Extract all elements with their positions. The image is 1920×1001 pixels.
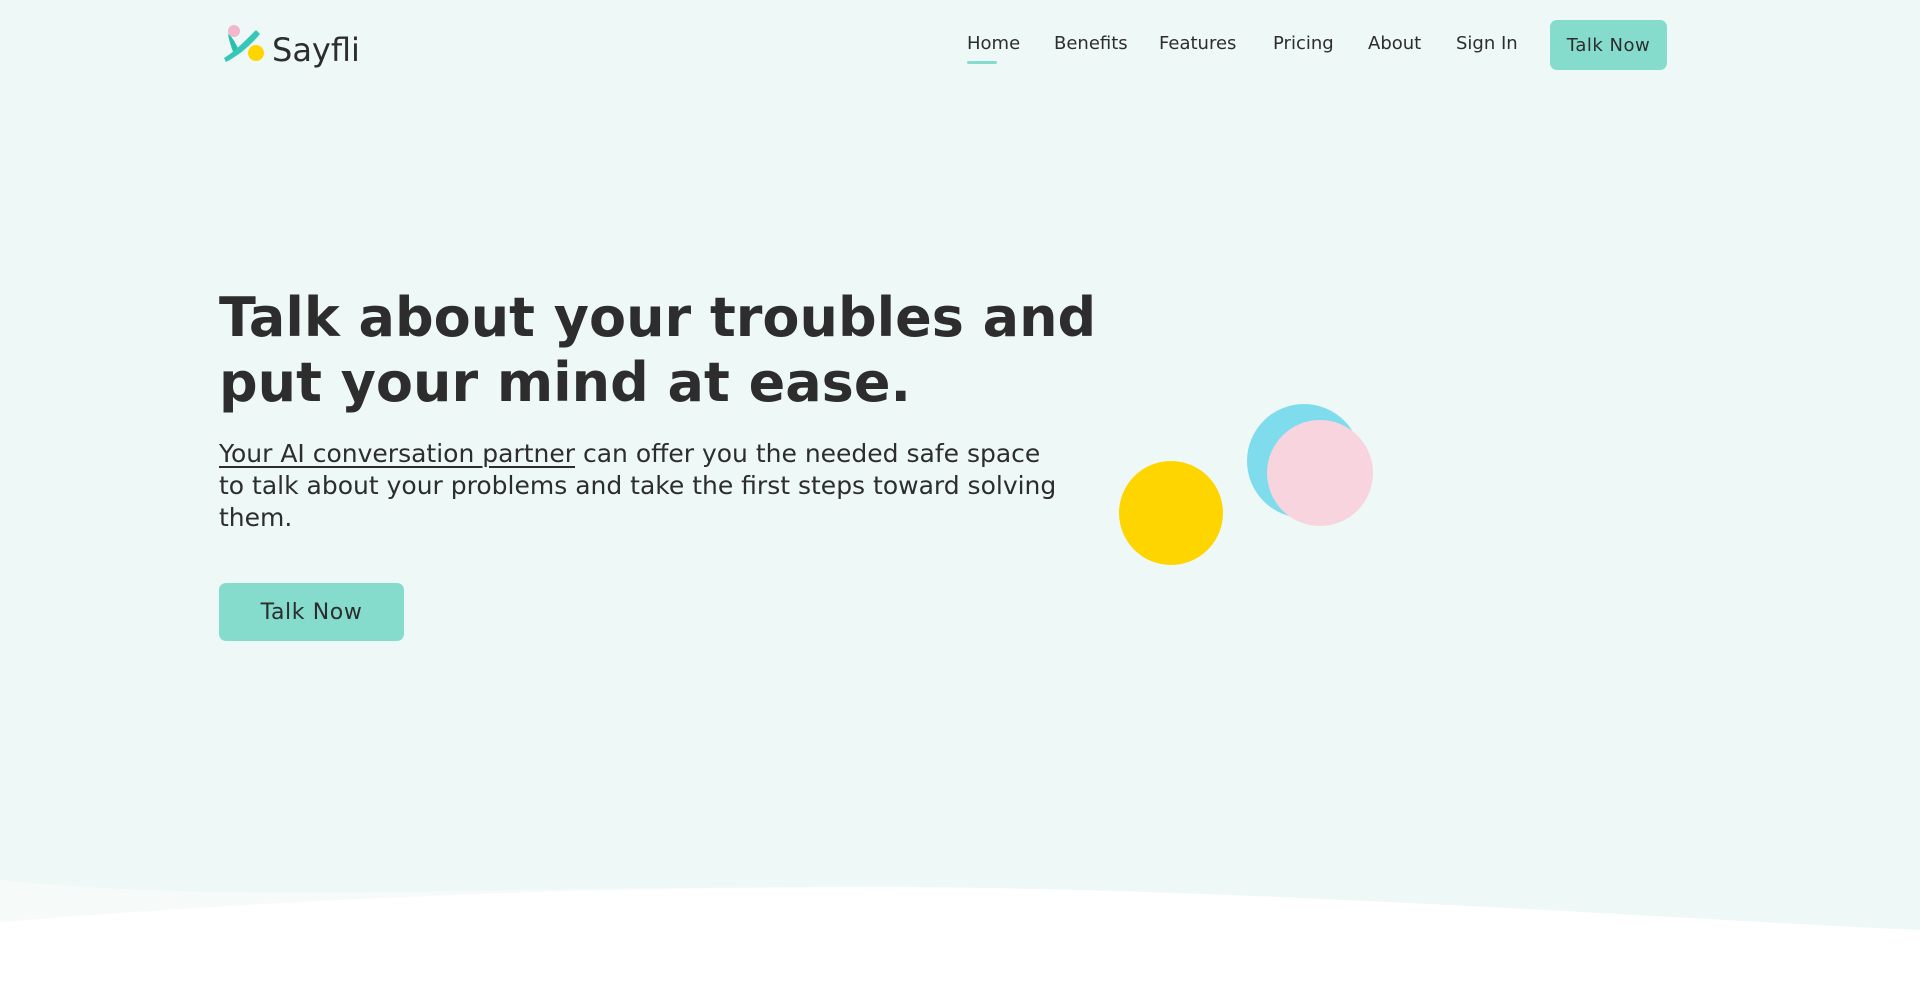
main-nav: Home Benefits Features Pricing About Sig… [0,20,1920,72]
nav-about[interactable]: About [1368,32,1421,56]
floating-circles-icon [1119,404,1373,565]
hero-title-line-1: Talk about your troubles and [219,286,1097,349]
yellow-circle [1119,461,1223,565]
ai-partner-link[interactable]: Your AI conversation partner [219,439,575,468]
hero-subtitle: Your AI conversation partner can offer y… [219,438,1059,534]
nav-pricing[interactable]: Pricing [1273,32,1334,56]
header-talk-now-button[interactable]: Talk Now [1550,20,1667,70]
landing-page: Sayfli Home Benefits Features Pricing Ab… [0,0,1920,1001]
hero-talk-now-button[interactable]: Talk Now [219,583,404,641]
site-header: Sayfli Home Benefits Features Pricing Ab… [0,0,1920,92]
nav-home[interactable]: Home [967,32,1020,64]
pink-circle [1267,420,1373,526]
nav-benefits[interactable]: Benefits [1054,32,1128,56]
nav-sign-in[interactable]: Sign In [1456,32,1518,56]
hero-title-line-2: put your mind at ease. [219,351,911,414]
hero-title: Talk about your troubles and put your mi… [219,285,1099,415]
nav-features[interactable]: Features [1159,32,1236,56]
